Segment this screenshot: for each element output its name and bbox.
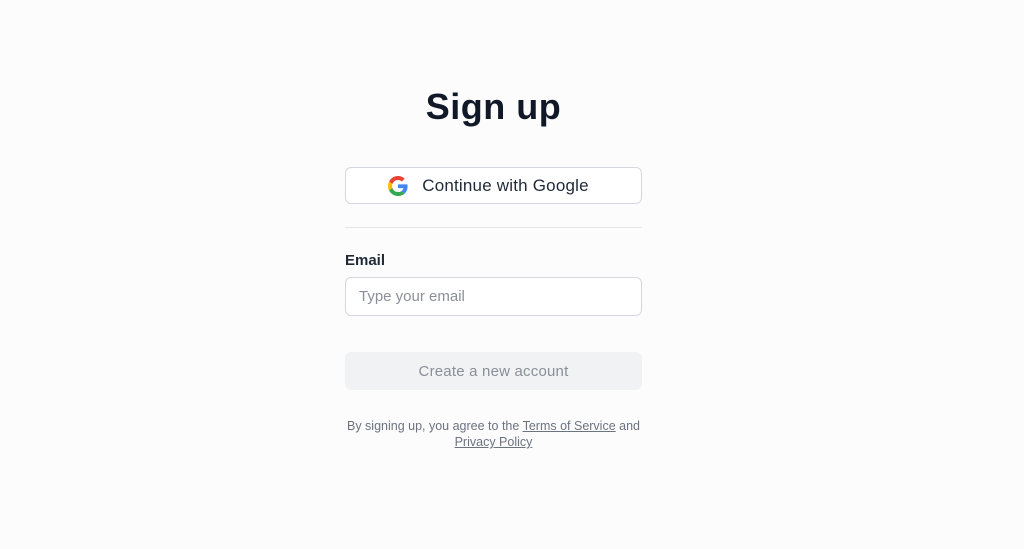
legal-notice: By signing up, you agree to the Terms of… <box>335 418 652 450</box>
google-icon <box>388 175 408 196</box>
continue-with-google-button[interactable]: Continue with Google <box>345 167 642 204</box>
email-field[interactable] <box>345 277 642 316</box>
legal-conjunction: and <box>619 419 641 433</box>
email-label: Email <box>345 252 386 269</box>
create-account-button[interactable]: Create a new account <box>345 352 642 390</box>
legal-prefix: By signing up, you agree to the <box>346 419 520 433</box>
terms-of-service-link[interactable]: Terms of Service <box>523 419 616 433</box>
privacy-policy-link[interactable]: Privacy Policy <box>455 435 533 449</box>
page-title: Sign up <box>425 86 562 127</box>
continue-with-google-label: Continue with Google <box>422 175 589 195</box>
divider <box>345 227 642 228</box>
